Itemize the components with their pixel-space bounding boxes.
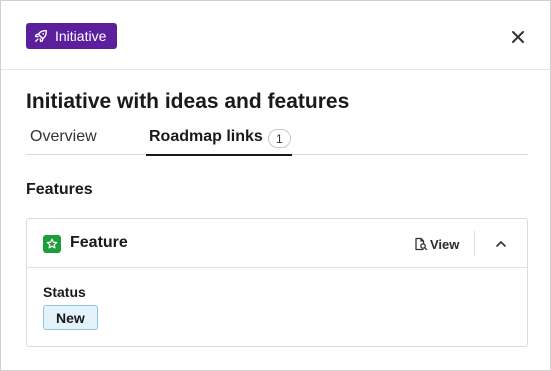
feature-card-header: Feature View [27,219,527,268]
document-search-icon [414,237,428,251]
view-button-label: View [430,236,460,252]
feature-title[interactable]: Feature [70,234,128,252]
header-divider [474,231,475,256]
tab-count-badge: 1 [267,129,291,148]
view-button[interactable]: View [414,235,459,253]
status-badge[interactable]: New [43,305,98,330]
tab-roadmap-links-label: Roadmap links [149,128,263,145]
detail-panel: Initiative Initiative with ideas and fea… [0,0,551,371]
page-title: Initiative with ideas and features [26,90,350,113]
status-label: Status [43,284,86,300]
rocket-icon [34,29,48,43]
tab-overview[interactable]: Overview [30,124,97,155]
collapse-button[interactable] [491,234,511,254]
feature-card: Feature View Status New [26,218,528,347]
close-button[interactable] [507,26,529,48]
star-icon [43,235,61,253]
tab-bar: Overview Roadmap links 1 [26,124,528,156]
initiative-badge[interactable]: Initiative [26,23,118,49]
panel-header: Initiative [1,1,550,70]
tab-overview-label: Overview [30,128,97,145]
tab-roadmap-links[interactable]: Roadmap links 1 [146,124,292,156]
section-heading-features: Features [26,181,93,198]
close-icon [511,30,525,44]
initiative-badge-label: Initiative [55,28,107,44]
chevron-up-icon [495,238,507,250]
